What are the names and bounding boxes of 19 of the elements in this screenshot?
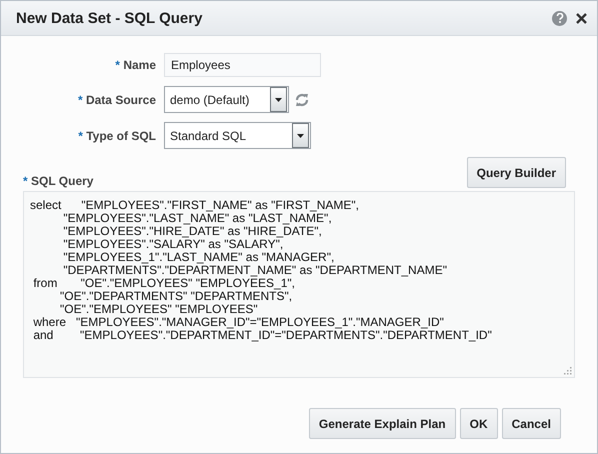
field-label: * Type of SQL (77, 128, 156, 142)
dialog-button[interactable]: Cancel (502, 408, 561, 439)
query-label: * SQL Query (23, 174, 94, 188)
dialog-button[interactable]: Generate Explain Plan (308, 408, 456, 439)
query-builder-button[interactable]: Query Builder (466, 157, 566, 188)
select-field[interactable]: Standard SQL (164, 122, 311, 149)
help-icon[interactable] (552, 10, 567, 26)
dialog-button[interactable]: OK (460, 408, 498, 439)
field-label: * Data Source (76, 92, 156, 106)
name-field[interactable]: Employees (164, 53, 321, 77)
select-field[interactable]: demo (Default) (164, 86, 289, 113)
field-label: * Name (114, 58, 156, 72)
resize-grip-icon[interactable] (563, 366, 572, 375)
caret-icon (275, 98, 282, 102)
refresh-icon[interactable] (294, 92, 310, 108)
caret-icon (297, 134, 304, 138)
sql-query-field[interactable]: select "EMPLOYEES"."FIRST_NAME" as "FIRST_NAME", "EMPLOYEES"."LAST_NAME" as "LAST_NAME", "EMPLOYEES"."HIRE_DATE" as "HIRE_DATE", "EMPLOYEES"."SALARY" as "SALARY", "EMPLOYEES_1"."LAST_NAME" as "MANAGER", "DEPARTMENTS"."DEPARTMENT_NAME" as "DEPARTMENT_NAME" from "OE"."EMPLOYEES" "EMPLOYEES_1", "OE"."DEPARTMENTS" "DEPARTMENTS", "OE"."EMPLOYEES" "EMPLOYEES" where "EMPLOYEES"."MANAGER_ID"="EMPLOYEES_1"."MANAGER_ID" and "EMPLOYEES"."DEPARTMENT_ID"="DEPARTMENTS"."DEPARTMENT_ID" (23, 191, 575, 378)
close-icon[interactable] (576, 12, 587, 24)
window-title: New Data Set - SQL Query (16, 10, 204, 26)
